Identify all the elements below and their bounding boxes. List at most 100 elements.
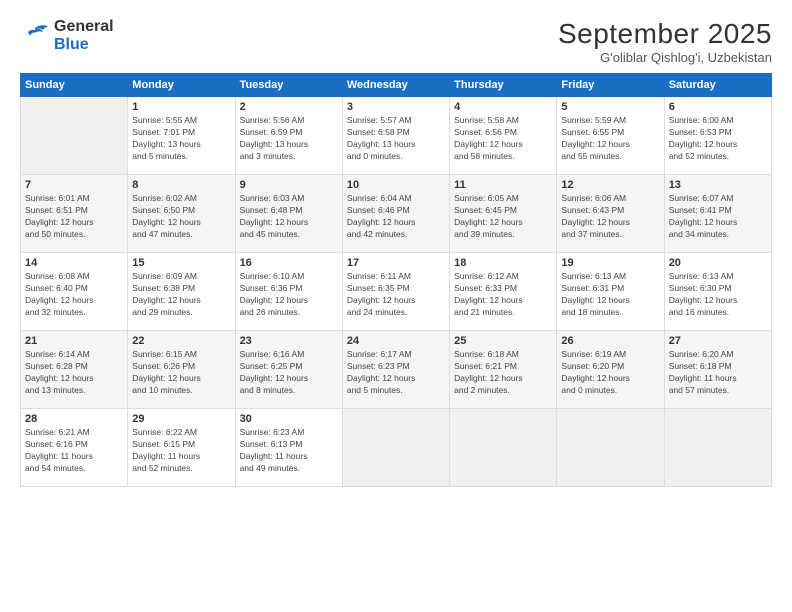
week-row-2: 7 Sunrise: 6:01 AMSunset: 6:51 PMDaylight…: [21, 175, 772, 253]
day-info: Sunrise: 6:23 AMSunset: 6:13 PMDaylight:…: [240, 427, 338, 475]
calendar-cell: [21, 97, 128, 175]
day-number: 4: [454, 101, 552, 113]
calendar-cell: 14Sunrise: 6:08 AMSunset: 6:40 PMDayligh…: [21, 253, 128, 331]
calendar-cell: 18 Sunrise: 6:12 AMSunset: 6:33 PMDayligh…: [450, 253, 557, 331]
calendar-cell: 4 Sunrise: 5:58 AMSunset: 6:56 PMDaylight…: [450, 97, 557, 175]
col-saturday: Saturday: [664, 74, 771, 97]
week-row-1: 1Sunrise: 5:55 AMSunset: 7:01 PMDaylight…: [21, 97, 772, 175]
calendar-cell: 27 Sunrise: 6:20 AMSunset: 6:18 PMDayligh…: [664, 331, 771, 409]
day-number: 30: [240, 413, 338, 425]
calendar-cell: 21 Sunrise: 6:14 AMSunset: 6:28 PMDayligh…: [21, 331, 128, 409]
day-info: Sunrise: 6:06 AMSunset: 6:43 PMDaylight:…: [561, 193, 659, 241]
day-number: 10: [347, 179, 445, 191]
day-info: Sunrise: 6:20 AMSunset: 6:18 PMDaylight:…: [669, 349, 767, 397]
calendar-cell: [342, 409, 449, 487]
day-number: 15: [132, 257, 230, 269]
day-info: Sunrise: 6:15 AMSunset: 6:26 PMDaylight:…: [132, 349, 230, 397]
day-number: 14: [25, 257, 123, 269]
logo-icon: [20, 24, 50, 48]
calendar-cell: 16Sunrise: 6:10 AMSunset: 6:36 PMDayligh…: [235, 253, 342, 331]
day-info: Sunrise: 5:59 AMSunset: 6:55 PMDaylight:…: [561, 115, 659, 163]
col-sunday: Sunday: [21, 74, 128, 97]
day-info: Sunrise: 6:17 AMSunset: 6:23 PMDaylight:…: [347, 349, 445, 397]
calendar-cell: 6Sunrise: 6:00 AMSunset: 6:53 PMDaylight…: [664, 97, 771, 175]
day-number: 20: [669, 257, 767, 269]
day-number: 7: [25, 179, 123, 191]
day-info: Sunrise: 6:04 AMSunset: 6:46 PMDaylight:…: [347, 193, 445, 241]
day-info: Sunrise: 6:13 AMSunset: 6:31 PMDaylight:…: [561, 271, 659, 319]
logo-text-line2: Blue: [54, 36, 114, 54]
day-number: 22: [132, 335, 230, 347]
calendar-cell: 25 Sunrise: 6:18 AMSunset: 6:21 PMDayligh…: [450, 331, 557, 409]
calendar-cell: 8 Sunrise: 6:02 AMSunset: 6:50 PMDaylight…: [128, 175, 235, 253]
calendar-table: Sunday Monday Tuesday Wednesday Thursday…: [20, 73, 772, 487]
logo: General Blue: [20, 18, 114, 53]
day-number: 24: [347, 335, 445, 347]
day-number: 25: [454, 335, 552, 347]
day-info: Sunrise: 6:12 AMSunset: 6:33 PMDaylight:…: [454, 271, 552, 319]
calendar-cell: 20 Sunrise: 6:13 AMSunset: 6:30 PMDayligh…: [664, 253, 771, 331]
day-number: 2: [240, 101, 338, 113]
day-number: 28: [25, 413, 123, 425]
day-number: 3: [347, 101, 445, 113]
day-number: 6: [669, 101, 767, 113]
day-info: Sunrise: 6:21 AMSunset: 6:16 PMDaylight:…: [25, 427, 123, 475]
calendar-header-row: Sunday Monday Tuesday Wednesday Thursday…: [21, 74, 772, 97]
day-number: 21: [25, 335, 123, 347]
day-number: 11: [454, 179, 552, 191]
day-info: Sunrise: 6:01 AMSunset: 6:51 PMDaylight:…: [25, 193, 123, 241]
calendar-cell: 5 Sunrise: 5:59 AMSunset: 6:55 PMDaylight…: [557, 97, 664, 175]
day-info: Sunrise: 6:02 AMSunset: 6:50 PMDaylight:…: [132, 193, 230, 241]
calendar-cell: 2Sunrise: 5:56 AMSunset: 6:59 PMDaylight…: [235, 97, 342, 175]
calendar-cell: 12 Sunrise: 6:06 AMSunset: 6:43 PMDayligh…: [557, 175, 664, 253]
calendar-cell: 30 Sunrise: 6:23 AMSunset: 6:13 PMDayligh…: [235, 409, 342, 487]
day-info: Sunrise: 6:14 AMSunset: 6:28 PMDaylight:…: [25, 349, 123, 397]
day-number: 26: [561, 335, 659, 347]
calendar-cell: 19 Sunrise: 6:13 AMSunset: 6:31 PMDayligh…: [557, 253, 664, 331]
logo-text-line1: General: [54, 18, 114, 36]
day-number: 27: [669, 335, 767, 347]
calendar-cell: 15 Sunrise: 6:09 AMSunset: 6:38 PMDayligh…: [128, 253, 235, 331]
day-info: Sunrise: 5:58 AMSunset: 6:56 PMDaylight:…: [454, 115, 552, 163]
day-info: Sunrise: 6:10 AMSunset: 6:36 PMDaylight:…: [240, 271, 338, 319]
day-number: 13: [669, 179, 767, 191]
calendar-cell: 29Sunrise: 6:22 AMSunset: 6:15 PMDayligh…: [128, 409, 235, 487]
calendar-cell: 17 Sunrise: 6:11 AMSunset: 6:35 PMDayligh…: [342, 253, 449, 331]
day-info: Sunrise: 6:18 AMSunset: 6:21 PMDaylight:…: [454, 349, 552, 397]
day-info: Sunrise: 5:55 AMSunset: 7:01 PMDaylight:…: [132, 115, 230, 163]
calendar-cell: [664, 409, 771, 487]
week-row-4: 21 Sunrise: 6:14 AMSunset: 6:28 PMDayligh…: [21, 331, 772, 409]
day-number: 12: [561, 179, 659, 191]
calendar-cell: 9 Sunrise: 6:03 AMSunset: 6:48 PMDaylight…: [235, 175, 342, 253]
col-monday: Monday: [128, 74, 235, 97]
day-info: Sunrise: 6:13 AMSunset: 6:30 PMDaylight:…: [669, 271, 767, 319]
title-block: September 2025 G'oliblar Qishlog'i, Uzbe…: [558, 18, 772, 65]
page-header: General Blue September 2025 G'oliblar Qi…: [20, 18, 772, 65]
day-number: 18: [454, 257, 552, 269]
col-friday: Friday: [557, 74, 664, 97]
day-number: 5: [561, 101, 659, 113]
day-info: Sunrise: 5:57 AMSunset: 6:58 PMDaylight:…: [347, 115, 445, 163]
calendar-cell: [450, 409, 557, 487]
day-number: 19: [561, 257, 659, 269]
col-thursday: Thursday: [450, 74, 557, 97]
day-number: 8: [132, 179, 230, 191]
week-row-3: 14Sunrise: 6:08 AMSunset: 6:40 PMDayligh…: [21, 253, 772, 331]
calendar-cell: 22 Sunrise: 6:15 AMSunset: 6:26 PMDayligh…: [128, 331, 235, 409]
calendar-cell: 10 Sunrise: 6:04 AMSunset: 6:46 PMDayligh…: [342, 175, 449, 253]
day-info: Sunrise: 6:07 AMSunset: 6:41 PMDaylight:…: [669, 193, 767, 241]
calendar-cell: 26Sunrise: 6:19 AMSunset: 6:20 PMDayligh…: [557, 331, 664, 409]
day-info: Sunrise: 6:11 AMSunset: 6:35 PMDaylight:…: [347, 271, 445, 319]
day-number: 17: [347, 257, 445, 269]
day-info: Sunrise: 6:03 AMSunset: 6:48 PMDaylight:…: [240, 193, 338, 241]
week-row-5: 28 Sunrise: 6:21 AMSunset: 6:16 PMDayligh…: [21, 409, 772, 487]
day-number: 23: [240, 335, 338, 347]
calendar-cell: 13 Sunrise: 6:07 AMSunset: 6:41 PMDayligh…: [664, 175, 771, 253]
day-info: Sunrise: 6:22 AMSunset: 6:15 PMDaylight:…: [132, 427, 230, 475]
day-number: 9: [240, 179, 338, 191]
calendar-cell: 3 Sunrise: 5:57 AMSunset: 6:58 PMDaylight…: [342, 97, 449, 175]
calendar-cell: 11Sunrise: 6:05 AMSunset: 6:45 PMDayligh…: [450, 175, 557, 253]
location: G'oliblar Qishlog'i, Uzbekistan: [558, 50, 772, 65]
day-info: Sunrise: 6:09 AMSunset: 6:38 PMDaylight:…: [132, 271, 230, 319]
month-title: September 2025: [558, 18, 772, 50]
